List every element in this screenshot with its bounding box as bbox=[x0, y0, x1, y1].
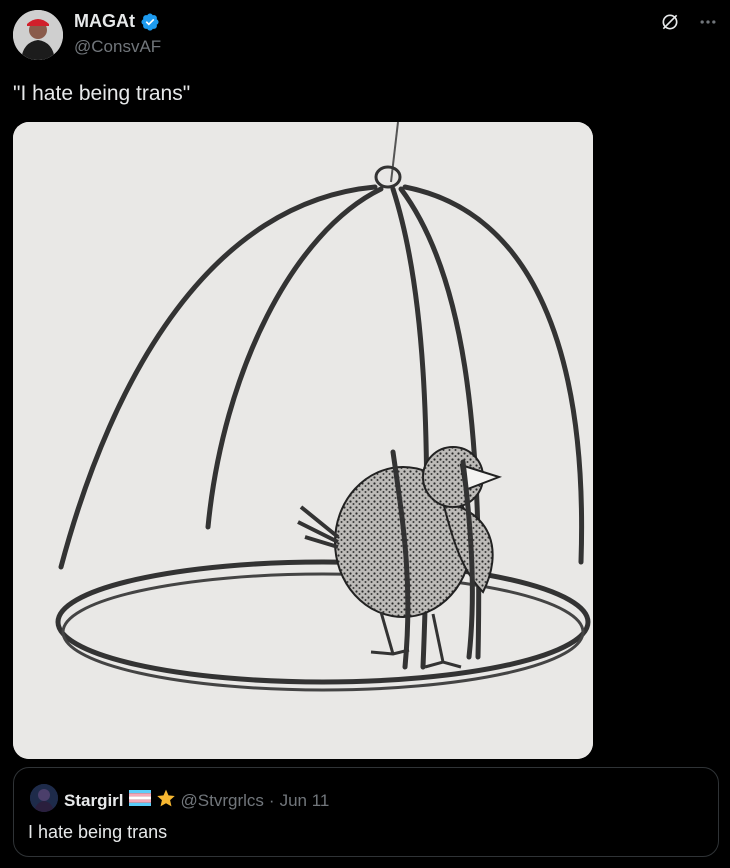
more-icon[interactable] bbox=[696, 10, 720, 34]
quoted-tweet[interactable]: Stargirl @Stvrgrlcs · Jun 11 I hate bein… bbox=[13, 767, 719, 857]
tweet-media-image[interactable] bbox=[13, 122, 593, 759]
quoted-author-name[interactable]: Stargirl bbox=[64, 791, 124, 811]
quoted-author-handle[interactable]: @Stvrgrlcs bbox=[181, 791, 264, 811]
author-name-row: MAGAt bbox=[74, 11, 160, 32]
quoted-author-avatar[interactable] bbox=[30, 784, 58, 812]
tweet: MAGAt @ConsvAF "I hate being trans" Star… bbox=[0, 0, 730, 868]
grok-icon[interactable] bbox=[658, 10, 682, 34]
author-name[interactable]: MAGAt bbox=[74, 11, 135, 32]
author-handle[interactable]: @ConsvAF bbox=[74, 37, 161, 57]
star-icon bbox=[156, 788, 176, 813]
author-avatar[interactable] bbox=[13, 10, 63, 60]
top-actions bbox=[658, 10, 720, 34]
separator-dot: · bbox=[268, 790, 275, 810]
verified-badge-icon bbox=[140, 12, 160, 32]
quoted-date[interactable]: Jun 11 bbox=[280, 791, 330, 811]
tweet-text: "I hate being trans" bbox=[13, 82, 191, 105]
quoted-header: Stargirl @Stvrgrlcs · Jun 11 bbox=[64, 788, 329, 813]
trans-flag-icon bbox=[128, 790, 151, 811]
quoted-text: I hate being trans bbox=[28, 822, 168, 842]
